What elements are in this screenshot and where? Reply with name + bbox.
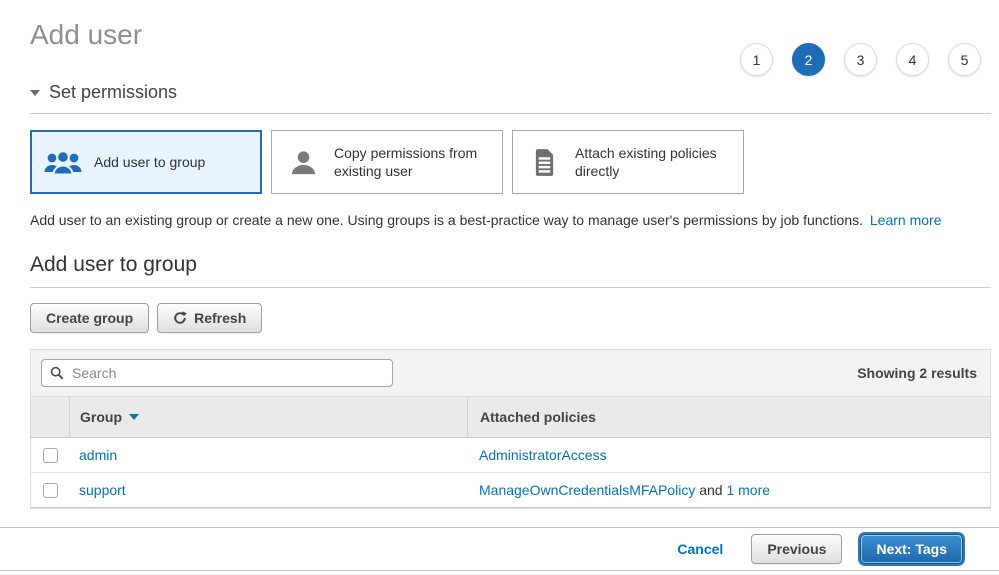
table-toolbar: Showing 2 results [31,350,990,396]
step-3[interactable]: 3 [844,43,877,76]
refresh-button[interactable]: Refresh [157,303,262,333]
cancel-link[interactable]: Cancel [677,541,723,557]
table-row-support: support ManageOwnCredentialsMFAPolicy an… [31,473,990,508]
step-2-current[interactable]: 2 [792,43,825,76]
column-header-attached-policies[interactable]: Attached policies [467,397,990,437]
step-5[interactable]: 5 [948,43,981,76]
document-icon [523,148,565,177]
set-permissions-toggle[interactable]: Set permissions [30,82,991,114]
set-permissions-heading: Set permissions [49,82,177,103]
attached-policies-cell: ManageOwnCredentialsMFAPolicy and 1 more [479,482,770,498]
step-1[interactable]: 1 [740,43,773,76]
create-group-button[interactable]: Create group [30,303,149,333]
results-count: Showing 2 results [857,365,980,381]
refresh-icon [173,311,187,325]
attached-policies-cell: AdministratorAccess [479,447,607,463]
permission-option-cards: Add user to group Copy permissions from … [30,130,991,194]
sort-desc-icon [129,414,139,420]
group-link[interactable]: support [79,482,126,498]
column-header-group-label: Group [80,409,122,425]
policy-link[interactable]: ManageOwnCredentialsMFAPolicy [479,482,695,498]
group-icon [42,148,84,176]
column-header-group[interactable]: Group [69,397,467,437]
collapse-caret-icon [30,90,40,96]
option-copy-permissions[interactable]: Copy permissions from existing user [271,130,503,194]
learn-more-link[interactable]: Learn more [870,212,942,228]
column-header-policies-label: Attached policies [480,409,596,425]
groups-table: Showing 2 results Group Attached policie… [30,349,991,509]
more-policies-link[interactable]: 1 more [726,482,770,498]
option-attach-policies[interactable]: Attach existing policies directly [512,130,744,194]
add-user-to-group-heading: Add user to group [30,253,991,288]
add-user-wizard-page: Add user 1 2 3 4 5 Set permissions [0,18,999,509]
card-label: Add user to group [94,153,205,171]
search-box [41,359,393,387]
search-input[interactable] [41,359,393,387]
header-checkbox-cell [31,397,69,437]
section-description: Add user to an existing group or create … [30,212,991,228]
step-4[interactable]: 4 [896,43,929,76]
wizard-step-indicator: 1 2 3 4 5 [740,43,981,76]
description-text: Add user to an existing group or create … [30,212,863,228]
row-checkbox[interactable] [43,483,58,498]
wizard-footer: Cancel Previous Next: Tags [0,527,999,571]
user-icon [282,148,324,177]
group-link[interactable]: admin [79,447,117,463]
card-label: Attach existing policies directly [575,144,733,180]
policy-link[interactable]: AdministratorAccess [479,447,607,463]
next-tags-button[interactable]: Next: Tags [860,534,963,564]
card-label: Copy permissions from existing user [334,144,492,180]
table-row-admin: admin AdministratorAccess [31,438,990,473]
policy-separator: and [695,482,726,498]
row-checkbox[interactable] [43,448,58,463]
table-actions: Create group Refresh [30,303,991,333]
table-header-row: Group Attached policies [31,396,990,438]
previous-button[interactable]: Previous [751,534,842,564]
refresh-button-label: Refresh [194,310,246,326]
option-add-user-to-group[interactable]: Add user to group [30,130,262,194]
